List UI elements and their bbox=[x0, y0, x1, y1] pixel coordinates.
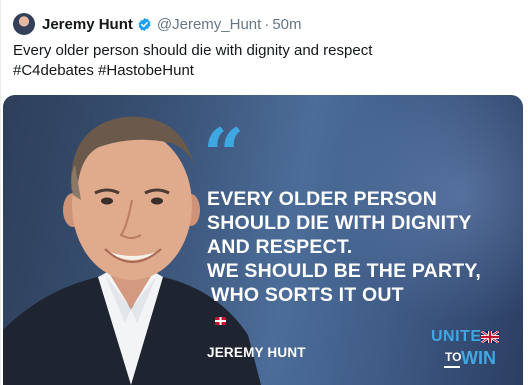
union-jack-flag-icon bbox=[481, 331, 499, 343]
quote-mark: “ bbox=[203, 112, 245, 197]
quote-line: AND RESPECT. bbox=[207, 236, 353, 258]
avatar[interactable] bbox=[13, 13, 35, 35]
author-handle[interactable]: @Jeremy_Hunt bbox=[157, 16, 261, 33]
tweet-hashtags[interactable]: #C4debates #HastobeHunt bbox=[13, 61, 513, 81]
quote-line: EVERY OLDER PERSON bbox=[207, 188, 438, 210]
author-name[interactable]: Jeremy Hunt bbox=[42, 16, 133, 33]
tweet-image[interactable]: “ EVERY OLDER PERSON SHOULD DIE WITH DIG… bbox=[3, 95, 523, 385]
verified-badge-icon bbox=[138, 17, 151, 31]
tweet-timestamp[interactable]: 50m bbox=[272, 16, 301, 33]
tweet-card[interactable]: Jeremy Hunt @Jeremy_Hunt · 50m Every old… bbox=[0, 0, 528, 385]
quote-line: WE SHOULD BE THE PARTY, bbox=[207, 260, 482, 282]
speaker-name: JEREMY HUNT bbox=[207, 345, 306, 360]
tweet-body: Every older person should die with digni… bbox=[13, 41, 513, 81]
tweet-text-line: Every older person should die with digni… bbox=[13, 42, 373, 59]
campaign-logo: UNITE TO WIN bbox=[431, 328, 507, 374]
separator-dot: · bbox=[264, 15, 270, 33]
logo-underline bbox=[444, 366, 460, 368]
logo-to-text: TO bbox=[445, 350, 462, 364]
logo-win-text: WIN bbox=[461, 348, 496, 368]
quote-line: SHOULD DIE WITH DIGNITY bbox=[207, 212, 472, 234]
quote-line: WHO SORTS IT OUT bbox=[211, 284, 404, 306]
image-quote: EVERY OLDER PERSON SHOULD DIE WITH DIGNI… bbox=[207, 187, 517, 307]
tweet-header: Jeremy Hunt @Jeremy_Hunt · 50m bbox=[13, 12, 302, 36]
logo-unite-text: UNITE bbox=[431, 328, 482, 345]
